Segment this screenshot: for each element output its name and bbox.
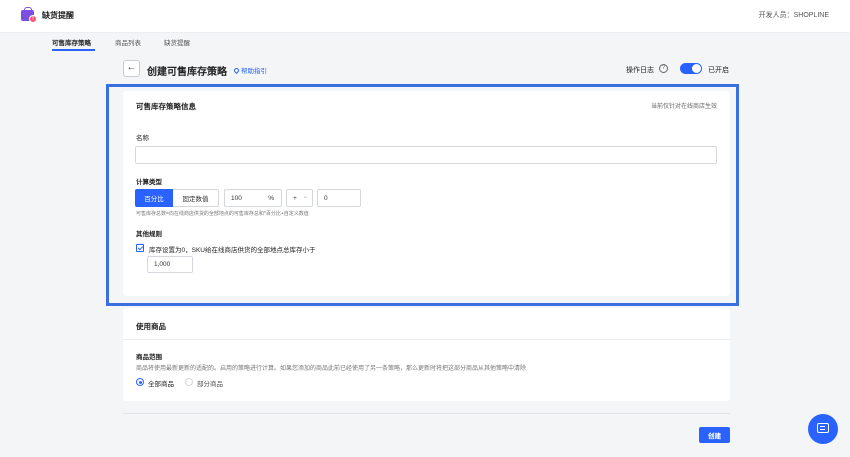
active-tab-indicator bbox=[52, 49, 95, 51]
toggle-knob bbox=[692, 64, 701, 73]
operation-log-label[interactable]: 操作日志 bbox=[626, 65, 654, 75]
page-header: ← 创建可售库存策略 帮助指引 操作日志 ? 已开启 bbox=[123, 60, 730, 78]
toggle-status-label: 已开启 bbox=[708, 67, 729, 74]
top-bar: ! 缺货提醒 开发人员：SHOPLINE bbox=[0, 0, 850, 33]
tab-bar: 可售库存策略 商品列表 缺货提醒 bbox=[0, 33, 850, 51]
help-guide-link[interactable]: 帮助指引 bbox=[232, 65, 267, 75]
developer-info: 开发人员：SHOPLINE bbox=[758, 12, 829, 19]
product-scope-hint: 商品将使用最新更新的适配的。启用的策略进行计算。如果您添加的商品此前已经使用了另… bbox=[136, 366, 527, 372]
help-guide-label: 帮助指引 bbox=[241, 68, 267, 75]
footer-divider bbox=[123, 413, 730, 414]
location-pin-icon bbox=[232, 66, 241, 75]
partial-products-label: 部分商品 bbox=[197, 381, 223, 388]
page-title: 创建可售库存策略 bbox=[147, 67, 227, 78]
tab-inventory-strategy[interactable]: 可售库存策略 bbox=[52, 37, 91, 47]
product-scope-label: 商品范围 bbox=[136, 354, 162, 361]
chat-bubble-icon bbox=[817, 423, 829, 433]
shopping-bag-icon: ! bbox=[21, 7, 37, 23]
radio-all-products[interactable] bbox=[136, 378, 144, 386]
all-products-label: 全部商品 bbox=[148, 381, 174, 388]
highlight-box bbox=[106, 84, 739, 306]
tab-stock-alert[interactable]: 缺货提醒 bbox=[164, 37, 190, 47]
section-divider bbox=[123, 339, 730, 340]
radio-partial-products[interactable] bbox=[185, 378, 193, 386]
products-card: 使用商品 商品范围 商品将使用最新更新的适配的。启用的策略进行计算。如果您添加的… bbox=[123, 308, 730, 401]
arrow-left-icon: ← bbox=[126, 62, 137, 73]
app-title: 缺货提醒 bbox=[42, 11, 74, 20]
chat-button[interactable] bbox=[808, 414, 838, 444]
products-card-title: 使用商品 bbox=[136, 322, 166, 331]
back-button[interactable]: ← bbox=[123, 60, 140, 77]
create-button[interactable]: 创建 bbox=[699, 427, 730, 443]
tab-product-list[interactable]: 商品列表 bbox=[115, 37, 141, 47]
question-mark-icon[interactable]: ? bbox=[659, 64, 668, 73]
strategy-enable-toggle[interactable] bbox=[680, 63, 702, 74]
